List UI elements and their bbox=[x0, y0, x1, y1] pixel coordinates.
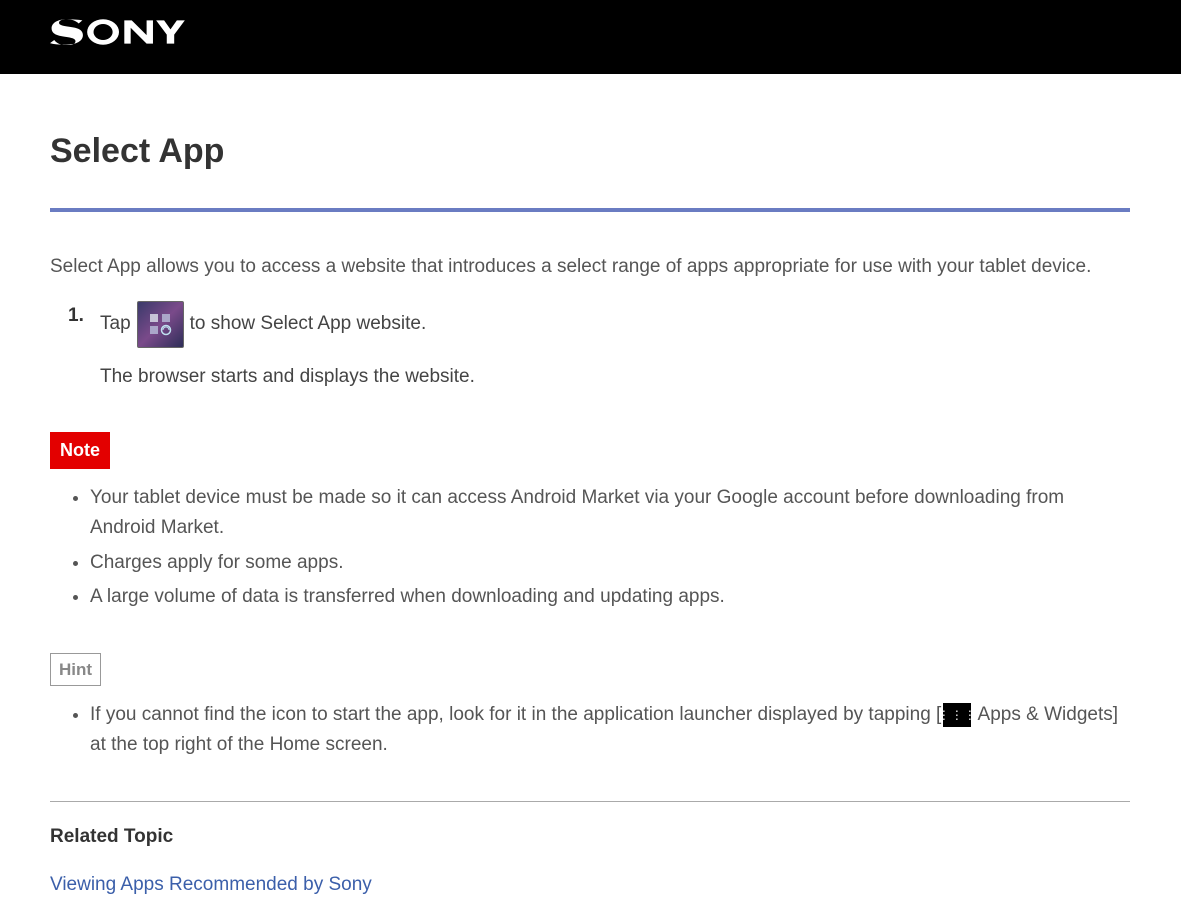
hint-text-pre: If you cannot find the icon to start the… bbox=[90, 704, 941, 725]
select-app-icon bbox=[137, 301, 184, 348]
related-topic-link[interactable]: Viewing Apps Recommended by Sony bbox=[50, 874, 372, 895]
step-text-pre: Tap bbox=[100, 309, 131, 339]
note-item: Charges apply for some apps. bbox=[90, 548, 1130, 578]
step-1: 1. Tap to show Select App website. The b… bbox=[100, 301, 1130, 392]
note-item: A large volume of data is transferred wh… bbox=[90, 582, 1130, 612]
header-bar bbox=[0, 0, 1181, 74]
title-divider bbox=[50, 208, 1130, 212]
step-number: 1. bbox=[68, 301, 84, 331]
note-badge: Note bbox=[50, 432, 110, 469]
steps-list: 1. Tap to show Select App website. The b… bbox=[50, 301, 1130, 392]
step-subtext: The browser starts and displays the webs… bbox=[100, 362, 1130, 392]
note-list: Your tablet device must be made so it ca… bbox=[50, 483, 1130, 613]
sony-logo bbox=[50, 19, 188, 55]
hint-badge: Hint bbox=[50, 653, 101, 686]
hint-item: If you cannot find the icon to start the… bbox=[90, 700, 1130, 761]
apps-widgets-icon: ⋮⋮⋮ bbox=[943, 703, 971, 727]
intro-text: Select App allows you to access a websit… bbox=[50, 252, 1130, 282]
section-divider bbox=[50, 801, 1130, 802]
page-title: Select App bbox=[50, 124, 1130, 178]
related-topic-heading: Related Topic bbox=[50, 822, 1130, 852]
note-item: Your tablet device must be made so it ca… bbox=[90, 483, 1130, 544]
hint-list: If you cannot find the icon to start the… bbox=[50, 700, 1130, 761]
main-content: Select App Select App allows you to acce… bbox=[0, 74, 1180, 920]
step-text-post: to show Select App website. bbox=[190, 309, 427, 339]
